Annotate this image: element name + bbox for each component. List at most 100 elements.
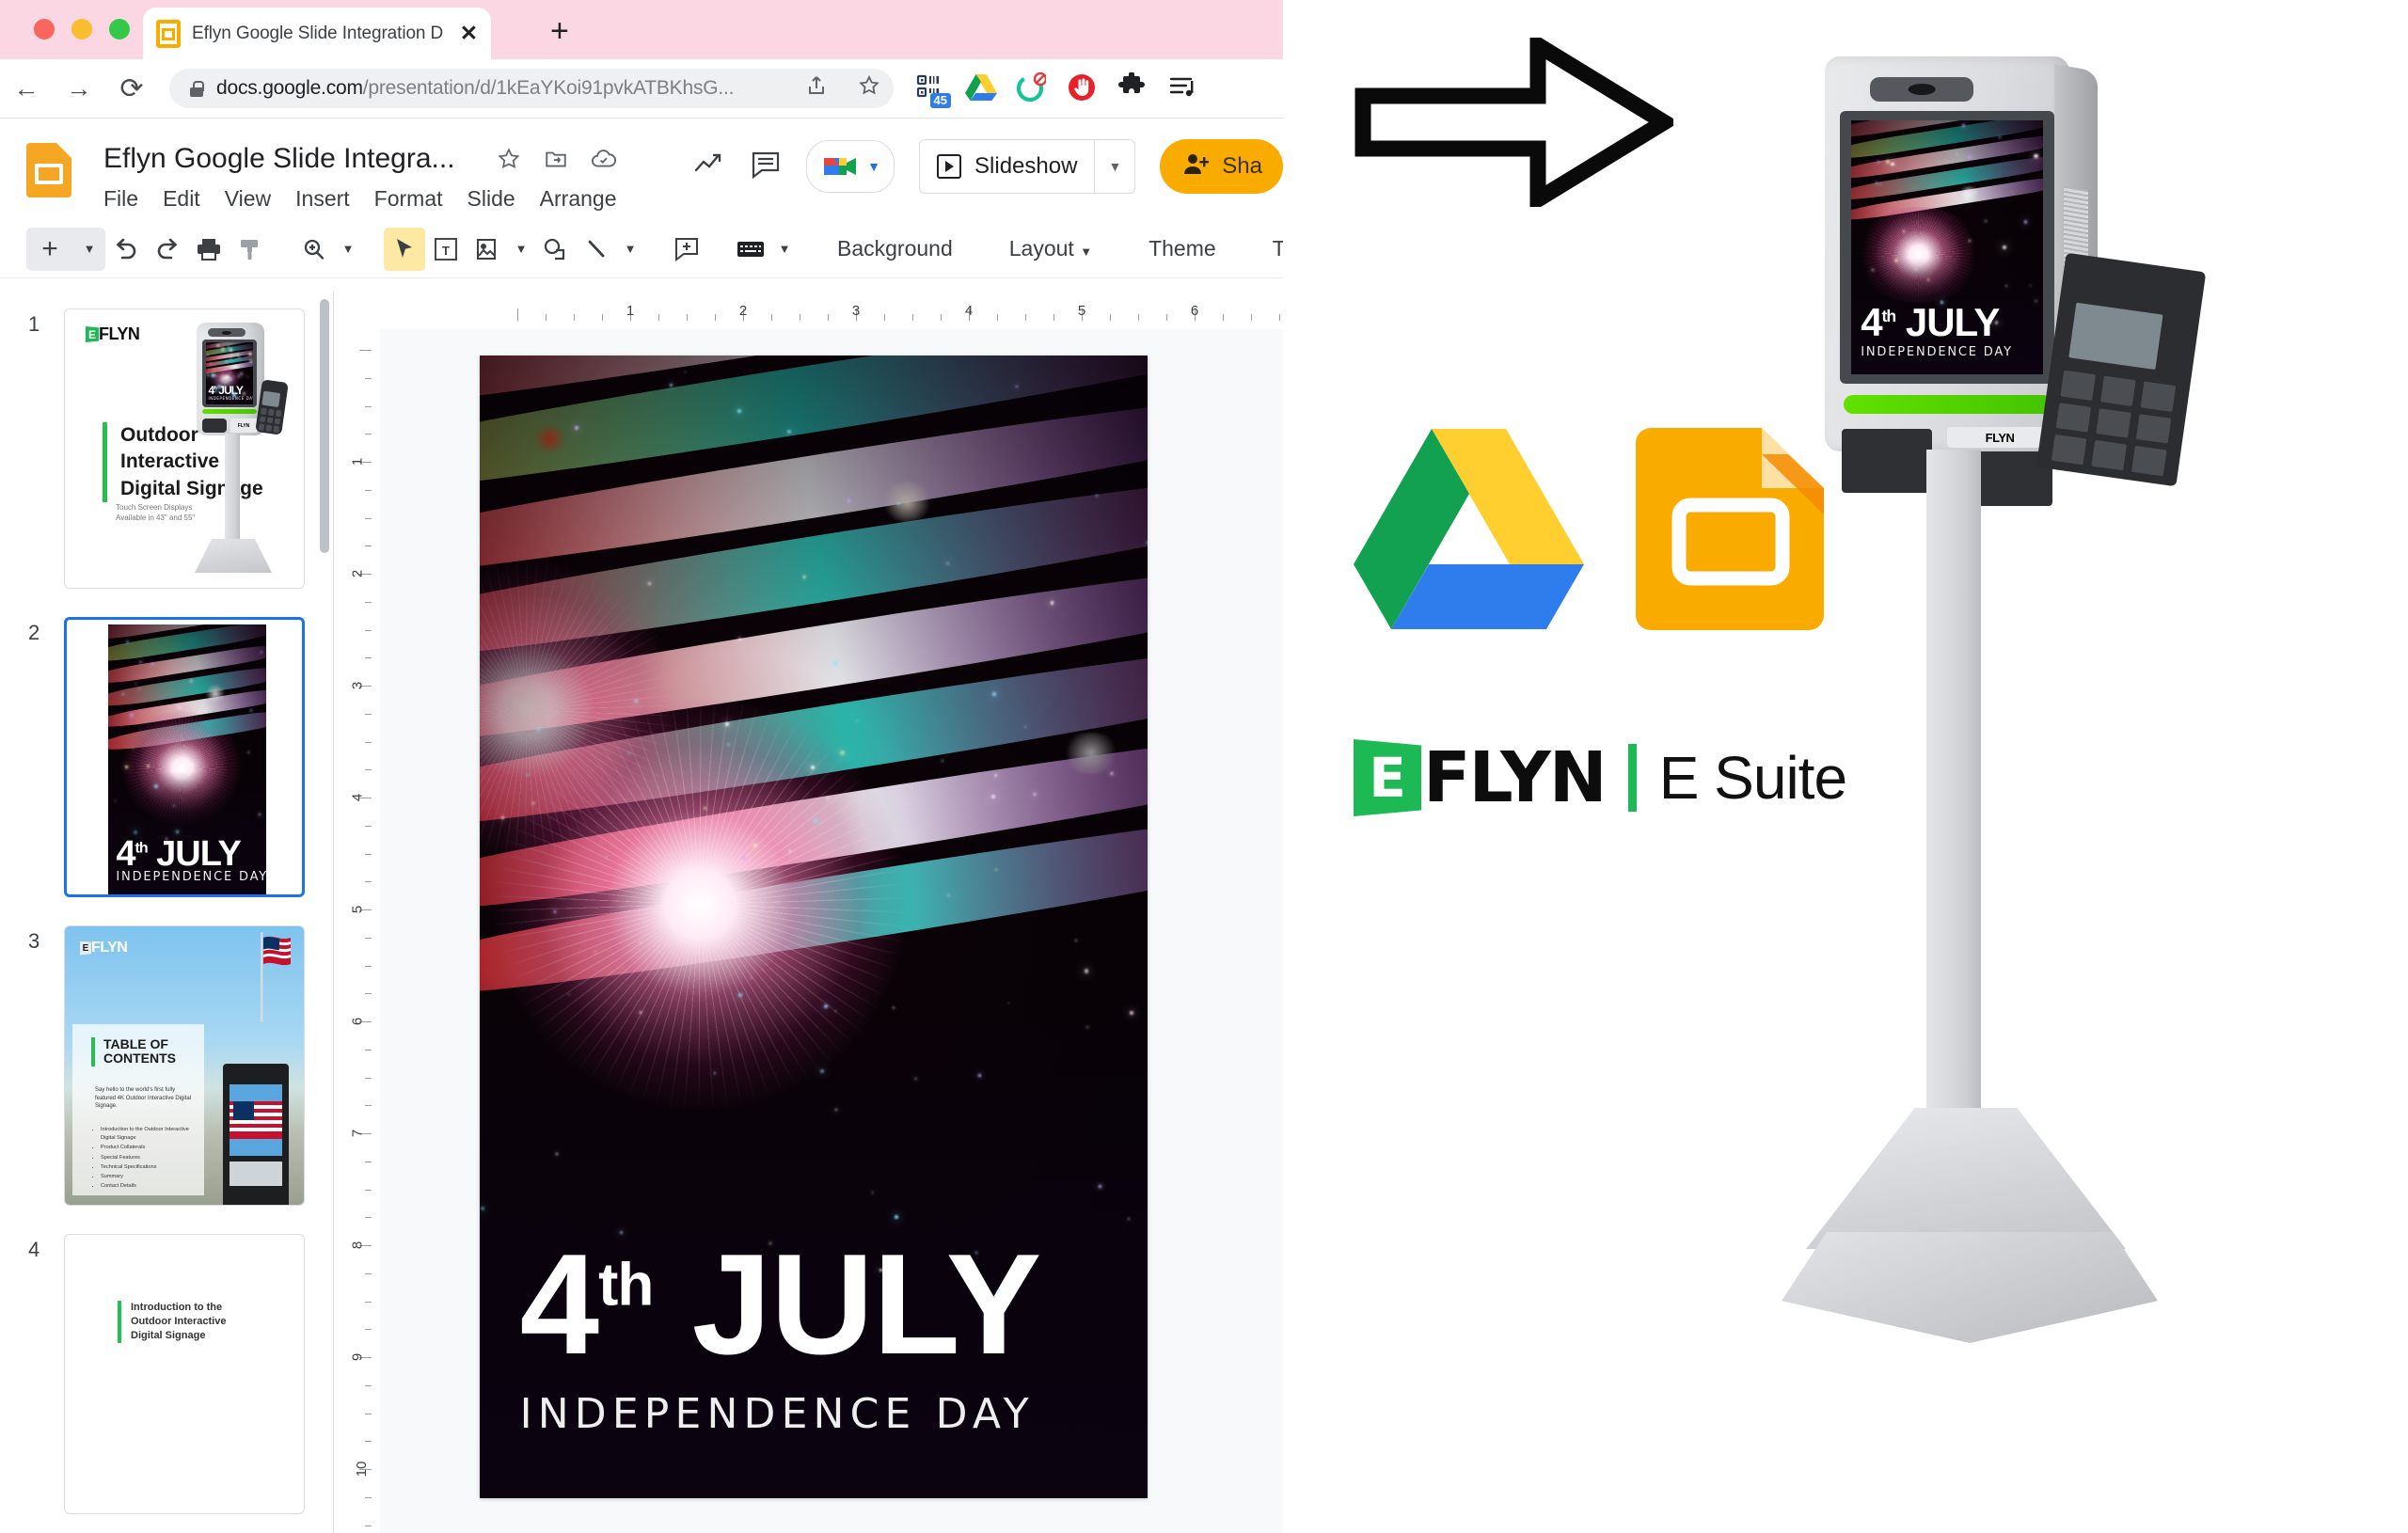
ruler-tick: [1251, 314, 1252, 321]
menu-file[interactable]: File: [103, 186, 138, 212]
slide-thumbnail[interactable]: E FLYN Outdoor Interactive Digital Signage…: [64, 308, 305, 589]
ruler-tick: [517, 308, 518, 321]
zoom-icon[interactable]: [293, 228, 335, 271]
url-text: docs.google.com/presentation/d/1kEaYKoi9…: [216, 77, 734, 100]
menu-edit[interactable]: Edit: [163, 186, 200, 212]
extensions-puzzle-icon[interactable]: [1117, 72, 1149, 104]
active-slide[interactable]: 4th JULY INDEPENDENCE DAY: [480, 356, 1148, 1498]
google-slides-logo-icon[interactable]: [26, 143, 71, 198]
laser-chevron-down-icon[interactable]: ▼: [771, 228, 798, 271]
sparkle: [789, 850, 791, 852]
sparkle: [232, 392, 236, 396]
filmstrip-slide-1[interactable]: 1 E FLYN Outdoor Interactive Digital Signa…: [0, 308, 333, 591]
slide-3-lead: Say hello to the world's first fully fea…: [95, 1086, 197, 1111]
chevron-down-icon[interactable]: ▼: [1094, 140, 1134, 193]
sparkle: [554, 910, 556, 912]
ruler-tick: [365, 1497, 372, 1498]
address-bar[interactable]: docs.google.com/presentation/d/1kEaYKoi9…: [169, 69, 894, 108]
theme-button[interactable]: Theme: [1132, 236, 1233, 261]
forward-icon[interactable]: →: [53, 74, 105, 103]
menu-format[interactable]: Format: [374, 186, 443, 212]
document-title[interactable]: Eflyn Google Slide Integra...: [103, 143, 455, 175]
slide-filmstrip[interactable]: 1 E FLYN Outdoor Interactive Digital Signa…: [0, 292, 334, 1533]
google-meet-button[interactable]: ▼: [806, 140, 895, 193]
laser-pointer-icon[interactable]: [730, 228, 771, 271]
paint-format-icon[interactable]: [230, 228, 271, 271]
sparkle: [237, 354, 239, 356]
google-slides-favicon: [156, 20, 181, 48]
browser-tab[interactable]: Eflyn Google Slide Integration D ✕: [143, 8, 491, 59]
kiosk-base-plate: [1782, 1232, 2158, 1343]
maximize-window-button[interactable]: [109, 19, 130, 40]
eflyn-name: FLYN: [91, 940, 127, 956]
slide-thumbnail[interactable]: 4th JULY INDEPENDENCE DAY: [64, 617, 305, 897]
tab-strip: Eflyn Google Slide Integration D ✕ +: [0, 0, 1283, 59]
list-item: Special Features: [101, 1154, 198, 1162]
filmstrip-scrollbar[interactable]: [320, 299, 329, 553]
cloud-saved-icon[interactable]: [591, 147, 617, 178]
slide-canvas-area[interactable]: 4th JULY INDEPENDENCE DAY: [380, 329, 1283, 1533]
line-icon[interactable]: [576, 228, 617, 271]
google-logos-row: [1354, 423, 1805, 640]
print-icon[interactable]: [188, 228, 230, 271]
sparkle: [992, 692, 996, 696]
filmstrip-slide-3[interactable]: 3 E FLYN TABLE OF CONTENTS Say hello to …: [0, 925, 333, 1208]
undo-icon[interactable]: [105, 228, 147, 271]
eflyn-name: FLYN: [99, 324, 139, 344]
text-box-icon[interactable]: T: [425, 228, 467, 271]
sparkle: [183, 768, 186, 771]
select-tool-icon[interactable]: [384, 228, 425, 271]
zoom-chevron-down-icon[interactable]: ▼: [335, 228, 361, 271]
shape-icon[interactable]: [534, 228, 576, 271]
ruler-tick: [687, 314, 688, 321]
slide-3-content: E FLYN TABLE OF CONTENTS Say hello to th…: [65, 926, 304, 1205]
slide-thumbnail[interactable]: E FLYN TABLE OF CONTENTS Say hello to th…: [64, 925, 305, 1206]
transition-button[interactable]: Transition: [1256, 236, 1283, 261]
outdoor-kiosk-photo: [223, 1064, 289, 1205]
close-icon[interactable]: ✕: [460, 21, 478, 46]
redo-icon[interactable]: [147, 228, 188, 271]
sparkle: [1876, 182, 1877, 183]
line-chevron-down-icon[interactable]: ▼: [617, 228, 643, 271]
menu-view[interactable]: View: [225, 186, 271, 212]
ruler-tick: [771, 314, 772, 321]
slideshow-button[interactable]: Slideshow ▼: [919, 139, 1135, 194]
ruler-tick: [365, 1105, 372, 1106]
sparkle: [556, 1153, 558, 1155]
minimize-window-button[interactable]: [71, 19, 92, 40]
activity-dashboard-icon[interactable]: [693, 150, 725, 184]
new-tab-button[interactable]: +: [550, 15, 569, 47]
share-button[interactable]: Sha: [1160, 139, 1283, 194]
menu-slide[interactable]: Slide: [467, 186, 515, 212]
barcode-scanner-extension-icon[interactable]: 45: [914, 72, 946, 104]
image-chevron-down-icon[interactable]: ▼: [508, 228, 534, 271]
menu-insert[interactable]: Insert: [295, 186, 350, 212]
grammarly-extension-icon[interactable]: [1016, 72, 1048, 104]
star-icon[interactable]: [858, 74, 880, 103]
ruler-tick: [365, 378, 372, 379]
move-to-folder-icon[interactable]: [544, 147, 568, 178]
share-icon[interactable]: [805, 74, 828, 103]
slide-thumbnail[interactable]: Introduction to the Outdoor Interactive Di…: [64, 1234, 305, 1514]
filmstrip-slide-2[interactable]: 2 4th JULY INDEPENDENCE DAY: [0, 617, 333, 899]
google-drive-extension-icon[interactable]: [965, 72, 997, 104]
star-icon[interactable]: [497, 147, 521, 178]
new-slide-chevron-down-icon[interactable]: ▼: [73, 228, 105, 271]
filmstrip-slide-4[interactable]: 4 Introduction to the Outdoor Interactive…: [0, 1234, 333, 1516]
insert-image-icon[interactable]: [467, 228, 508, 271]
adblock-extension-icon[interactable]: [1067, 72, 1099, 104]
new-slide-button[interactable]: +: [26, 228, 73, 271]
add-comment-icon[interactable]: [666, 228, 707, 271]
back-icon[interactable]: ←: [0, 74, 53, 103]
extension-icons: 45: [914, 72, 1200, 104]
layout-button[interactable]: Layout ▼: [992, 236, 1109, 261]
reading-list-icon[interactable]: [1168, 72, 1200, 104]
reload-icon[interactable]: ⟳: [105, 72, 158, 105]
sparkle: [1985, 220, 1987, 222]
list-item: Summary: [101, 1173, 198, 1181]
background-button[interactable]: Background: [820, 236, 970, 261]
menu-arrange[interactable]: Arrange: [540, 186, 617, 212]
close-window-button[interactable]: [34, 19, 55, 40]
ruler-tick: [365, 630, 372, 631]
comment-icon[interactable]: [750, 150, 782, 184]
